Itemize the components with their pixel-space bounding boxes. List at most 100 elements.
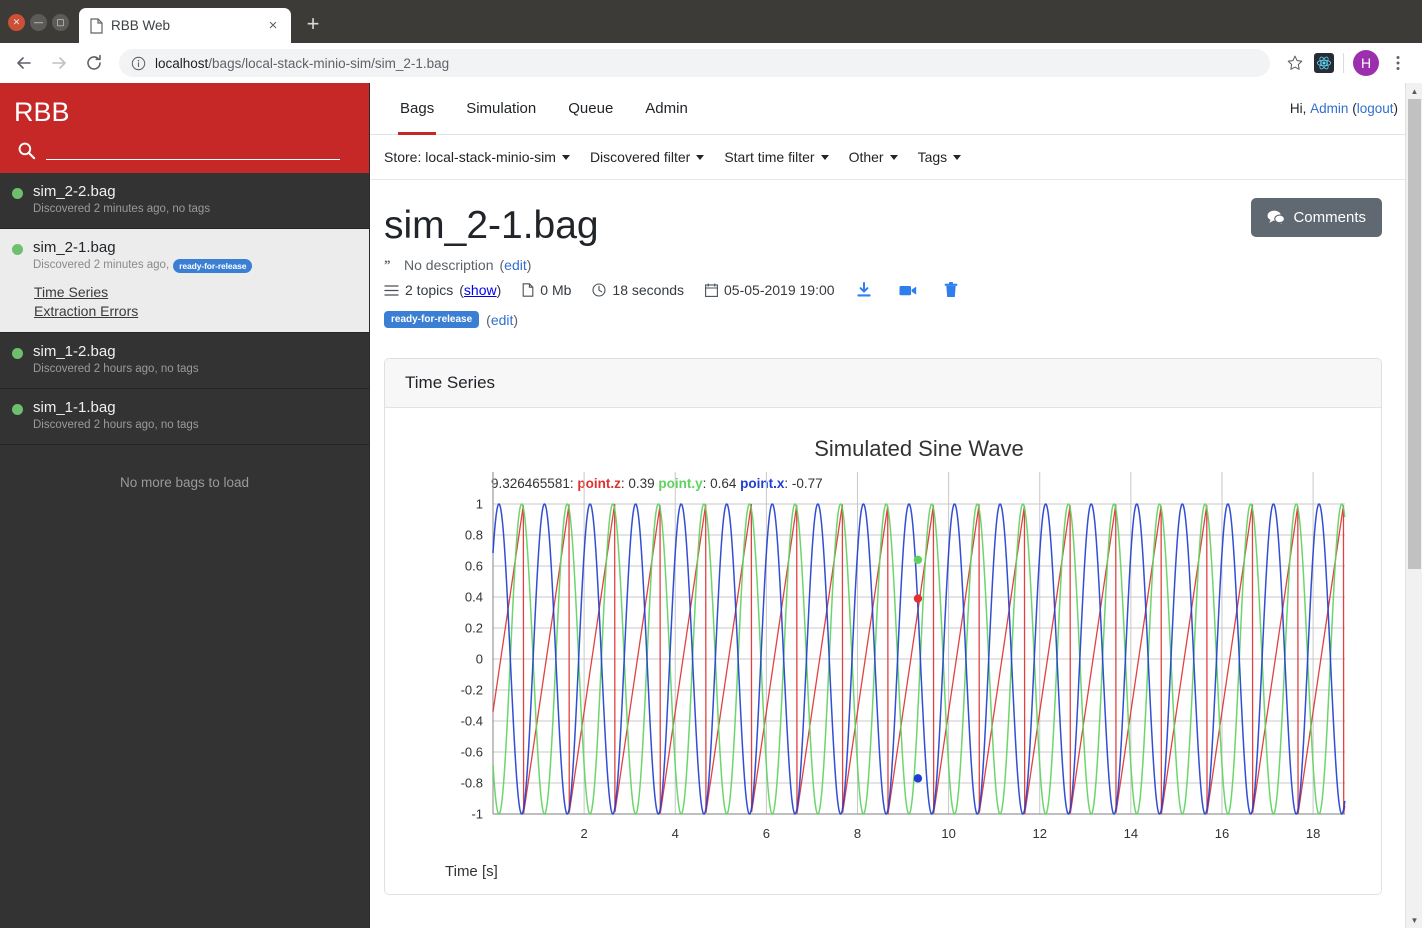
svg-text:8: 8	[854, 826, 861, 841]
bag-tag-row: ready-for-release (edit)	[384, 311, 1382, 328]
topics-cell: 2 topics (show)	[384, 282, 501, 298]
video-camera-icon[interactable]	[899, 284, 917, 297]
bag-description-row: ” No description (edit)	[384, 257, 1382, 273]
app-brand: RBB	[14, 97, 70, 127]
sidebar-bag-item[interactable]: sim_1-2.bag Discovered 2 hours ago, no t…	[0, 333, 369, 389]
tab-queue[interactable]: Queue	[552, 83, 629, 134]
browser-tab[interactable]: RBB Web ×	[79, 8, 291, 43]
status-dot-icon	[12, 244, 23, 255]
bag-discovered: Discovered 2 hours ago, no tags	[33, 363, 199, 375]
svg-text:Simulated Sine Wave: Simulated Sine Wave	[814, 436, 1024, 461]
tab-admin[interactable]: Admin	[629, 83, 704, 134]
search-input[interactable]	[46, 141, 340, 160]
info-circle-icon[interactable]	[131, 56, 146, 71]
profile-avatar[interactable]: H	[1353, 50, 1379, 76]
description-edit-link[interactable]: edit	[504, 257, 527, 273]
trash-icon[interactable]	[944, 282, 958, 298]
address-bar[interactable]: localhost/bags/local-stack-minio-sim/sim…	[119, 49, 1270, 77]
download-icon[interactable]	[856, 282, 872, 298]
close-icon[interactable]: ×	[265, 18, 281, 34]
svg-text:0: 0	[476, 652, 483, 667]
svg-text:2: 2	[581, 826, 588, 841]
svg-text:-0.8: -0.8	[461, 776, 483, 791]
comments-button-label: Comments	[1293, 209, 1366, 226]
topics-count: 2 topics	[405, 282, 454, 298]
bag-duration: 18 seconds	[612, 282, 685, 298]
datetime-cell: 05-05-2019 19:00	[705, 282, 835, 298]
top-navigation: Bags Simulation Queue Admin Hi, Admin (l…	[370, 83, 1422, 135]
svg-text:Time [s]: Time [s]	[445, 863, 498, 880]
toolbar-divider	[1343, 53, 1344, 73]
page-title: sim_2-1.bag	[384, 204, 599, 247]
time-series-chart[interactable]: Simulated Sine Wave 9.326465581: point.z:…	[385, 414, 1382, 894]
sidebar-search[interactable]	[14, 141, 355, 160]
svg-text:6: 6	[763, 826, 770, 841]
bookmark-star-icon[interactable]	[1279, 47, 1311, 79]
tab-bags[interactable]: Bags	[384, 83, 450, 135]
search-icon	[17, 141, 36, 160]
window-minimize-button[interactable]: —	[30, 14, 47, 31]
sidebar-bag-item[interactable]: sim_2-2.bag Discovered 2 minutes ago, no…	[0, 173, 369, 229]
sidebar-link-time-series[interactable]: Time Series	[34, 283, 357, 302]
new-tab-button[interactable]: +	[299, 11, 327, 39]
sidebar-link-extraction-errors[interactable]: Extraction Errors	[34, 302, 357, 321]
time-series-panel: Time Series Simulated Sine Wave 9.3264655…	[384, 358, 1382, 895]
page-icon	[89, 17, 103, 34]
greeting-text: Hi,	[1289, 101, 1307, 116]
page-viewport: RBB sim_2-2.bag Discovered 2 minutes ago…	[0, 83, 1422, 928]
status-dot-icon	[12, 188, 23, 199]
bag-discovered: Discovered 2 minutes ago,	[33, 259, 170, 271]
page-scrollbar[interactable]: ▲ ▼	[1405, 83, 1422, 928]
filter-start-time[interactable]: Start time filter	[724, 149, 829, 165]
description-edit-wrap: (edit)	[499, 257, 532, 273]
filter-other[interactable]: Other	[849, 149, 898, 165]
svg-text:0.4: 0.4	[465, 590, 483, 605]
clock-icon	[592, 283, 606, 297]
three-dot-menu-icon[interactable]	[1382, 47, 1414, 79]
sidebar-bag-links: Time Series Extraction Errors	[34, 283, 357, 321]
filter-discovered[interactable]: Discovered filter	[590, 149, 705, 165]
svg-text:9.326465581: point.z: 0.39 po: 9.326465581: point.z: 0.39 point.y: 0.64…	[491, 476, 823, 491]
bag-tag-badge[interactable]: ready-for-release	[173, 258, 253, 273]
filter-store[interactable]: Store: local-stack-minio-sim	[384, 149, 570, 165]
topics-show-wrap: (show)	[459, 282, 502, 298]
back-icon[interactable]	[8, 47, 40, 79]
scroll-down-arrow-icon[interactable]: ▼	[1406, 912, 1422, 928]
window-maximize-button[interactable]: ▢	[52, 14, 69, 31]
page-content: Comments sim_2-1.bag ” No description (e…	[370, 180, 1422, 928]
scrollbar-thumb[interactable]	[1408, 99, 1421, 569]
bag-size: 0 Mb	[540, 282, 572, 298]
sidebar-filler	[0, 520, 369, 928]
tag-edit-link[interactable]: edit	[491, 312, 514, 328]
calendar-icon	[705, 283, 718, 297]
comments-button[interactable]: Comments	[1251, 198, 1382, 237]
file-icon	[522, 283, 534, 297]
sidebar-bag-item[interactable]: sim_1-1.bag Discovered 2 hours ago, no t…	[0, 389, 369, 445]
tag-edit-wrap: (edit)	[486, 311, 519, 328]
chevron-down-icon	[953, 154, 962, 160]
react-devtools-icon[interactable]	[1314, 53, 1334, 73]
filter-start-time-label: Start time filter	[724, 149, 815, 165]
comments-icon	[1267, 209, 1286, 226]
scroll-up-arrow-icon[interactable]: ▲	[1406, 83, 1422, 99]
bag-tag-badge[interactable]: ready-for-release	[384, 311, 480, 328]
sidebar-empty-message: No more bags to load	[119, 475, 250, 490]
svg-text:14: 14	[1124, 826, 1138, 841]
window-close-button[interactable]: ✕	[8, 14, 25, 31]
bag-description: No description	[404, 257, 494, 273]
tab-simulation[interactable]: Simulation	[450, 83, 552, 134]
topics-show-link[interactable]: show	[464, 282, 497, 298]
browser-tab-title: RBB Web	[111, 18, 171, 33]
svg-text:-0.4: -0.4	[461, 714, 483, 729]
forward-icon[interactable]	[43, 47, 75, 79]
user-link[interactable]: Admin	[1310, 101, 1348, 116]
reload-icon[interactable]	[78, 47, 110, 79]
filter-tags[interactable]: Tags	[918, 149, 962, 165]
bag-name: sim_1-1.bag	[33, 399, 116, 416]
sidebar-bag-item-selected[interactable]: sim_2-1.bag Discovered 2 minutes ago, re…	[0, 229, 369, 333]
svg-text:18: 18	[1306, 826, 1320, 841]
logout-link[interactable]: logout	[1357, 101, 1394, 116]
svg-text:4: 4	[672, 826, 679, 841]
url-path: /bags/local-stack-minio-sim/sim_2-1.bag	[208, 55, 450, 71]
duration-cell: 18 seconds	[592, 282, 684, 298]
